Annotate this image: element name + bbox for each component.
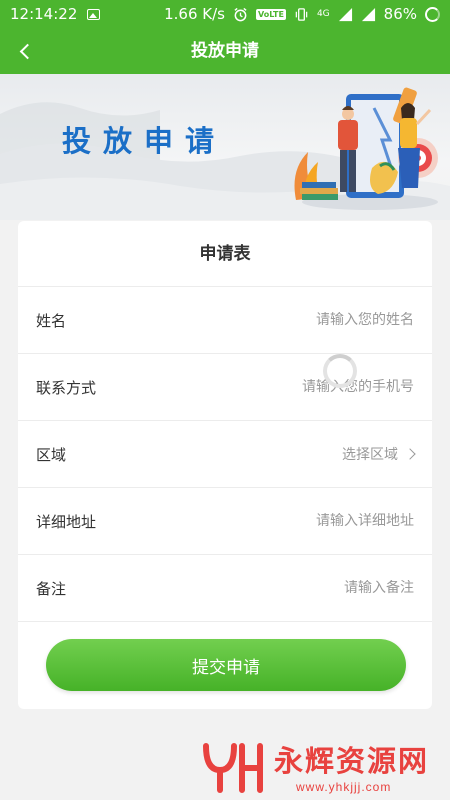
status-bar: 12:14:22 1.66 K/s VoLTE 4G 86%	[0, 0, 450, 28]
navigation-bar: 投放申请	[0, 28, 450, 74]
application-form-card: 申请表 姓名 联系方式 区域 选择区域 详细地址 备注 提交申请	[18, 221, 432, 709]
remark-label: 备注	[36, 579, 67, 598]
banner: 投放申请	[0, 74, 450, 220]
network-type: 4G	[316, 9, 330, 19]
people-with-phone-illustration	[294, 87, 438, 210]
submit-button[interactable]: 提交申请	[46, 639, 406, 691]
chevron-right-icon	[404, 448, 416, 460]
region-label: 区域	[36, 445, 67, 464]
address-row: 详细地址	[18, 488, 432, 555]
loading-spinner-icon	[323, 354, 357, 388]
form-title: 申请表	[18, 221, 432, 287]
watermark-name: 永辉资源网	[274, 744, 430, 778]
image-notification-icon	[87, 8, 101, 20]
name-label: 姓名	[36, 311, 67, 330]
battery-percent: 86%	[383, 5, 417, 23]
watermark-url: www.yhkjjj.com	[296, 780, 392, 794]
vibrate-icon	[295, 7, 308, 21]
address-input[interactable]	[214, 513, 414, 529]
signal-icon	[338, 7, 352, 21]
status-time: 12:14:22	[10, 5, 78, 23]
name-input[interactable]	[214, 312, 414, 328]
volte-badge: VoLTE	[256, 8, 286, 20]
page-title: 投放申请	[191, 41, 259, 60]
region-select[interactable]: 选择区域	[342, 444, 416, 464]
region-row[interactable]: 区域 选择区域	[18, 421, 432, 488]
watermark: 永辉资源网 www.yhkjjj.com	[198, 734, 448, 796]
address-label: 详细地址	[36, 512, 97, 531]
battery-icon	[425, 6, 440, 22]
alarm-icon	[234, 7, 247, 21]
phone-row: 联系方式	[18, 354, 432, 421]
remark-row: 备注	[18, 555, 432, 622]
region-select-value: 选择区域	[342, 447, 398, 463]
phone-input[interactable]	[214, 379, 414, 395]
phone-label: 联系方式	[36, 378, 97, 397]
network-speed: 1.66 K/s	[164, 5, 225, 23]
banner-title: 投放申请	[62, 124, 227, 158]
name-row: 姓名	[18, 287, 432, 354]
remark-input[interactable]	[214, 580, 414, 596]
signal-secondary-icon	[361, 7, 375, 21]
watermark-logo-icon	[203, 743, 263, 793]
